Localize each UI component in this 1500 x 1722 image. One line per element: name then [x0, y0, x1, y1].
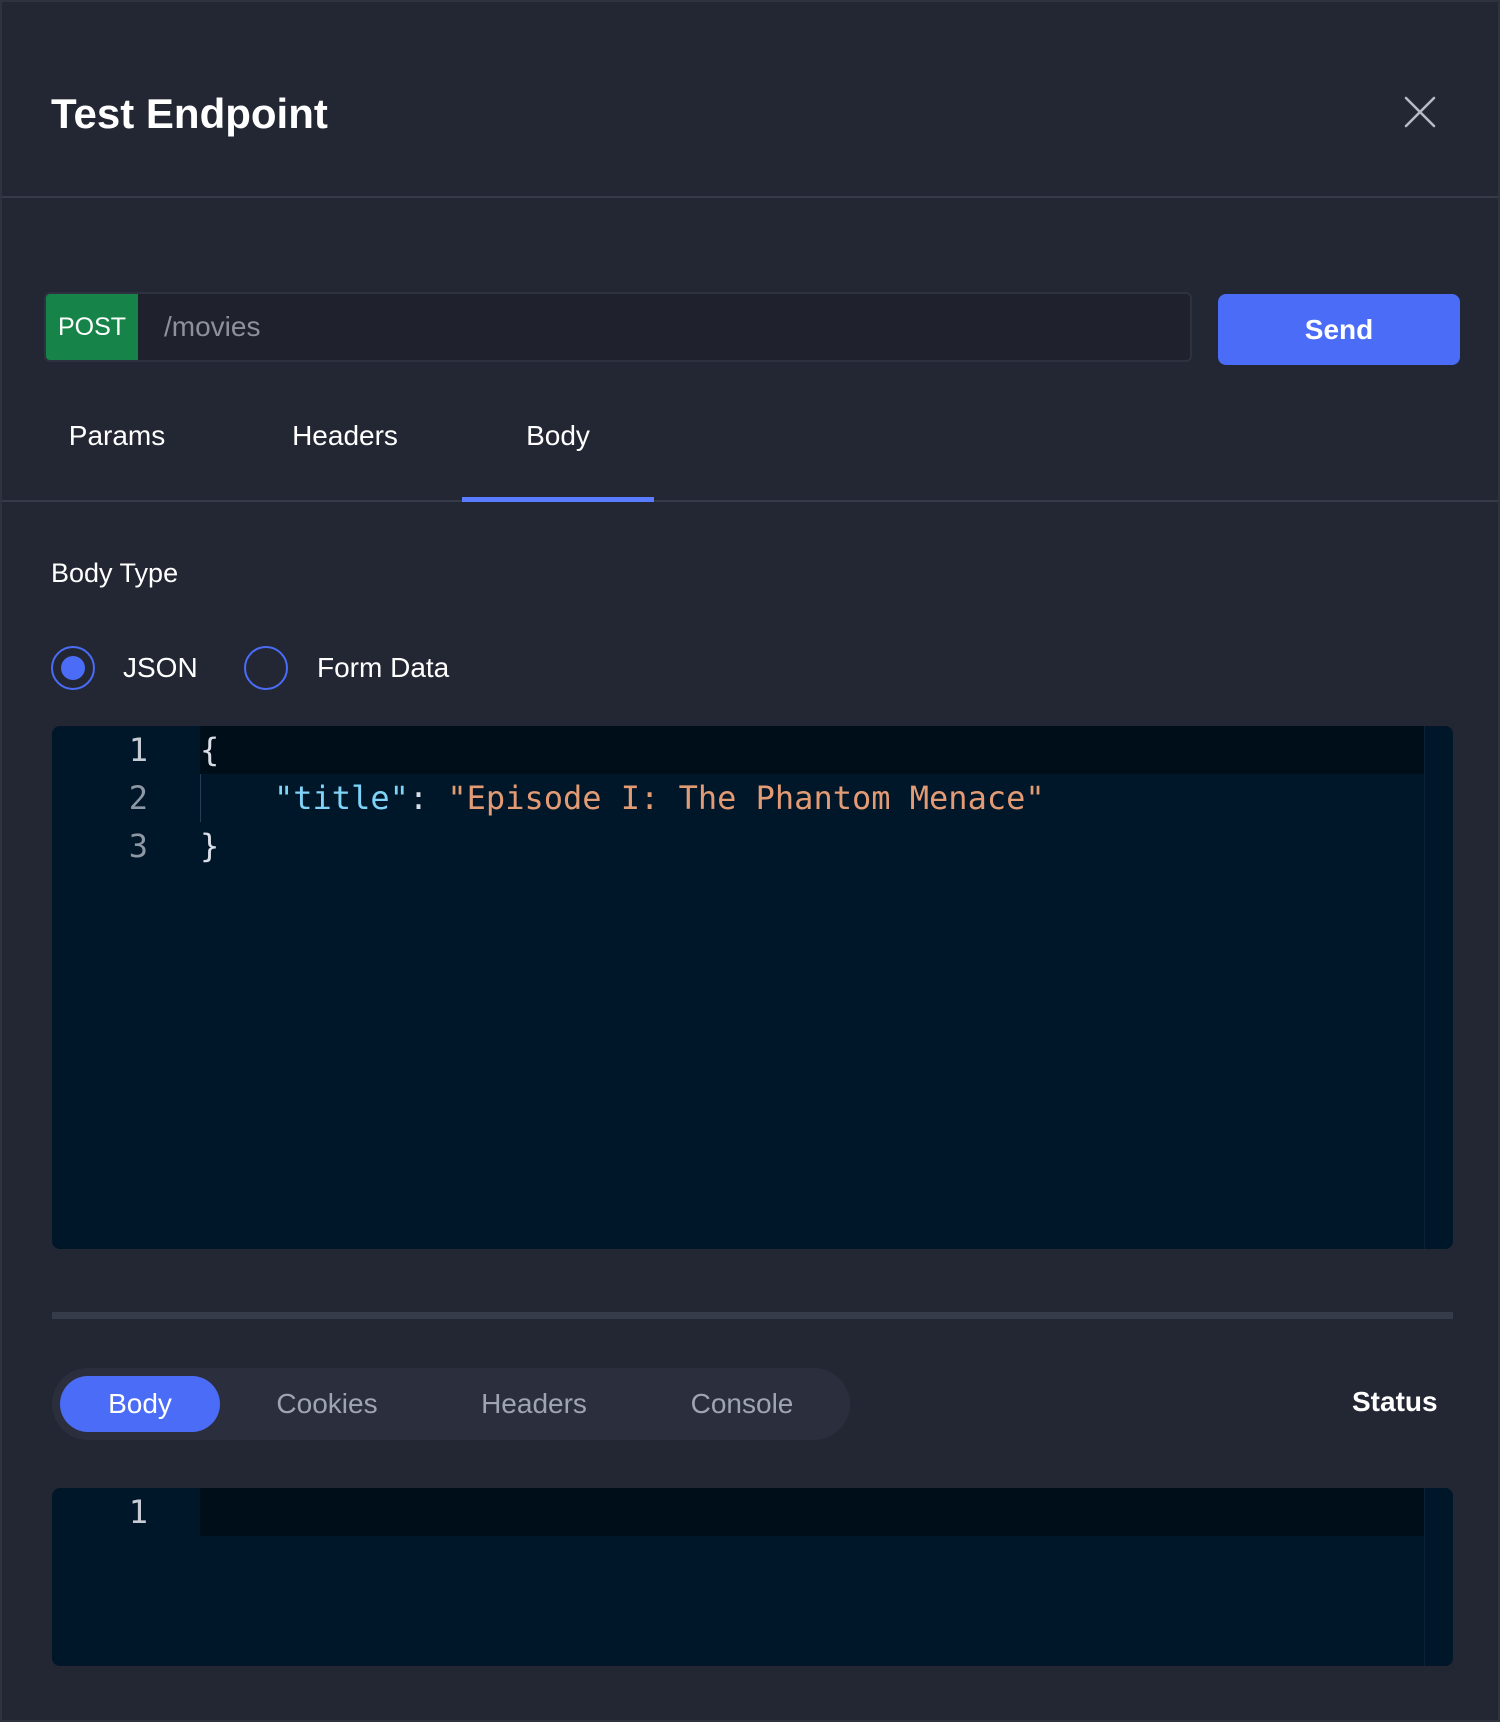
tab-response-body[interactable]: Body — [60, 1376, 220, 1432]
body-type-radio-group: JSON Form Data — [51, 646, 651, 696]
tab-response-headers[interactable]: Headers — [444, 1376, 624, 1432]
tab-console[interactable]: Console — [652, 1376, 832, 1432]
line-number: 1 — [128, 731, 148, 769]
code-text: "title": "Episode I: The Phantom Menace" — [274, 774, 1045, 822]
code-text: { — [200, 731, 220, 769]
dialog-header: Test Endpoint — [2, 2, 1498, 198]
indent-guide — [200, 774, 201, 822]
tab-params[interactable]: Params — [44, 416, 190, 500]
endpoint-path-input[interactable] — [138, 294, 1188, 360]
response-tabs: Body Cookies Headers Console — [52, 1368, 850, 1440]
line-number: 3 — [128, 827, 148, 865]
code-line: 1 — [52, 1488, 1453, 1536]
resize-divider[interactable] — [52, 1312, 1453, 1319]
dialog-title: Test Endpoint — [51, 90, 328, 137]
code-line: 2 "title": "Episode I: The Phantom Menac… — [52, 774, 1453, 822]
line-number: 2 — [128, 779, 148, 817]
radio-selected-dot — [61, 656, 85, 680]
body-type-label: Body Type — [51, 558, 179, 588]
code-text: } — [200, 827, 220, 865]
http-method-badge[interactable]: POST — [46, 294, 138, 360]
code-line: 3 } — [52, 822, 1453, 870]
radio-form-data-label[interactable]: Form Data — [317, 652, 449, 684]
send-button[interactable]: Send — [1218, 294, 1460, 365]
response-body-editor[interactable]: 1 — [52, 1488, 1453, 1666]
radio-json[interactable] — [51, 646, 95, 690]
radio-form-data[interactable] — [244, 646, 288, 690]
tab-cookies[interactable]: Cookies — [242, 1376, 412, 1432]
json-value: "Episode I: The Phantom Menace" — [447, 779, 1045, 817]
line-number: 1 — [128, 1493, 148, 1531]
json-separator: : — [408, 779, 448, 817]
status-label: Status — [1352, 1386, 1438, 1417]
close-icon[interactable] — [1398, 90, 1442, 134]
tab-body[interactable]: Body — [462, 416, 654, 502]
test-endpoint-dialog: Test Endpoint POST Send Params Headers B… — [0, 0, 1500, 1722]
url-bar: POST — [44, 292, 1192, 362]
request-body-editor[interactable]: 1 { 2 "title": "Episode I: The Phantom M… — [52, 726, 1453, 1249]
radio-json-label[interactable]: JSON — [123, 652, 198, 684]
request-tabs: Params Headers Body — [2, 402, 1498, 502]
tab-headers[interactable]: Headers — [270, 416, 420, 500]
json-key: "title" — [274, 779, 409, 817]
code-line: 1 { — [52, 726, 1453, 774]
